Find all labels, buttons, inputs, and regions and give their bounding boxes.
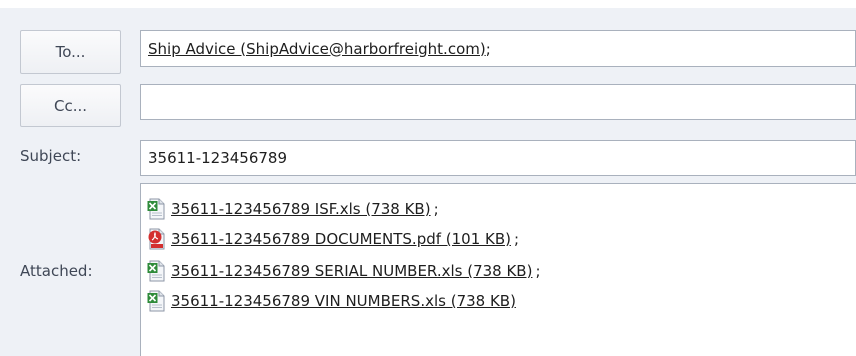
attachment-item[interactable]: 35611-123456789 SERIAL NUMBER.xls (738 K… <box>147 260 541 282</box>
to-button[interactable]: To... <box>20 30 121 74</box>
subject-field[interactable]: 35611-123456789 <box>140 140 856 176</box>
attachment-item[interactable]: 35611-123456789 DOCUMENTS.pdf (101 KB) ; <box>147 228 519 250</box>
attachment-separator: ; <box>535 262 541 280</box>
subject-label: Subject: <box>20 147 82 165</box>
cc-button[interactable]: Cc... <box>20 84 121 127</box>
to-field[interactable]: Ship Advice (ShipAdvice@harborfreight.co… <box>140 30 856 67</box>
excel-file-icon <box>147 260 165 282</box>
attachment-item[interactable]: 35611-123456789 ISF.xls (738 KB) ; <box>147 198 439 220</box>
attachment-separator: ; <box>433 200 439 218</box>
recipient-separator: ; <box>485 39 491 58</box>
excel-file-icon <box>147 290 165 312</box>
attachment-name[interactable]: 35611-123456789 SERIAL NUMBER.xls (738 K… <box>171 262 532 280</box>
attachment-name[interactable]: 35611-123456789 VIN NUMBERS.xls (738 KB) <box>171 292 516 310</box>
attachment-item[interactable]: 35611-123456789 VIN NUMBERS.xls (738 KB) <box>147 290 519 312</box>
message-header: To... Ship Advice (ShipAdvice@harborfrei… <box>0 0 856 356</box>
cc-field[interactable] <box>140 84 856 120</box>
pdf-file-icon <box>147 228 165 250</box>
recipient-ship-advice[interactable]: Ship Advice (ShipAdvice@harborfreight.co… <box>148 40 486 58</box>
attachment-name[interactable]: 35611-123456789 DOCUMENTS.pdf (101 KB) <box>171 230 511 248</box>
attachment-name[interactable]: 35611-123456789 ISF.xls (738 KB) <box>171 200 431 218</box>
attachments-list: 35611-123456789 ISF.xls (738 KB) ; 35611… <box>140 183 856 356</box>
excel-file-icon <box>147 198 165 220</box>
attached-label: Attached: <box>20 262 93 280</box>
attachment-separator: ; <box>514 230 520 248</box>
